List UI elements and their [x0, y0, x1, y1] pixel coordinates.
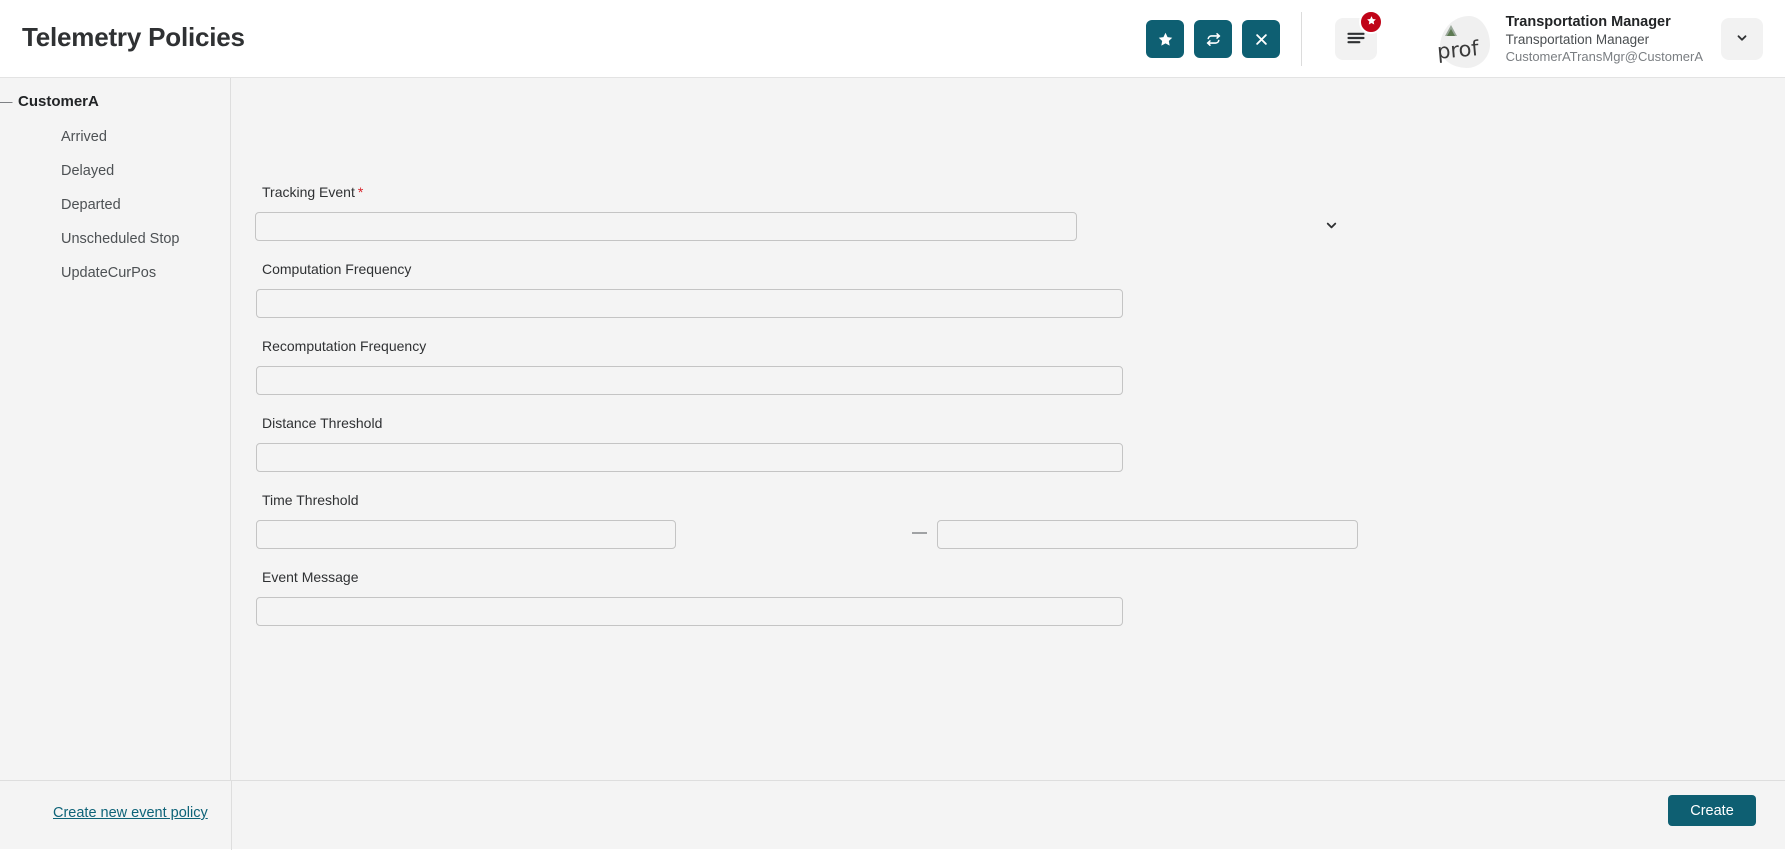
favorite-button[interactable] — [1146, 20, 1184, 58]
star-icon — [1366, 13, 1377, 31]
close-button[interactable] — [1242, 20, 1280, 58]
page-footer: Create new event policy Create — [0, 780, 1785, 850]
sidebar-item-delayed[interactable]: Delayed — [0, 154, 231, 188]
page-title: Telemetry Policies — [22, 22, 245, 52]
chevron-down-icon — [1324, 218, 1339, 238]
header-action-buttons — [1146, 20, 1280, 58]
tracking-event-dropdown-toggle[interactable] — [1321, 218, 1341, 238]
policy-tree-sidebar: — CustomerA Arrived Delayed Departed Uns… — [0, 78, 231, 780]
page-body: — CustomerA Arrived Delayed Departed Uns… — [0, 78, 1785, 780]
distance-threshold-label: Distance Threshold — [262, 415, 383, 431]
header-divider — [1301, 12, 1302, 66]
user-details: Transportation Manager Transportation Ma… — [1506, 13, 1703, 65]
sidebar-item-label: Arrived — [61, 129, 107, 145]
user-profile-area[interactable]: prof Transportation Manager Transportati… — [1436, 8, 1763, 70]
tracking-event-label-text: Tracking Event — [262, 184, 355, 200]
sidebar-item-departed[interactable]: Departed — [0, 188, 231, 222]
sidebar-tree-root-label: CustomerA — [18, 92, 99, 110]
computation-frequency-label: Computation Frequency — [262, 261, 412, 277]
user-menu-dropdown-button[interactable] — [1721, 18, 1763, 60]
user-name: Transportation Manager — [1505, 13, 1671, 30]
tree-collapse-toggle-icon[interactable]: — — [0, 95, 13, 108]
required-indicator: * — [357, 184, 364, 200]
avatar-alt-text: prof — [1435, 36, 1480, 64]
sidebar-tree-root-customera[interactable]: — CustomerA — [0, 86, 231, 116]
app-header: Telemetry Policies prof Transportation M… — [0, 0, 1785, 78]
create-new-event-policy-link[interactable]: Create new event policy — [53, 805, 208, 821]
recomputation-frequency-label: Recomputation Frequency — [262, 338, 427, 354]
close-icon — [1254, 32, 1269, 47]
avatar: prof — [1436, 10, 1494, 68]
sidebar-item-arrived[interactable]: Arrived — [0, 120, 231, 154]
tracking-event-label: Tracking Event * — [262, 184, 363, 200]
computation-frequency-input[interactable] — [256, 289, 1123, 318]
time-threshold-separator: — — [912, 524, 927, 541]
footer-divider — [231, 781, 232, 850]
sidebar-item-updatecurpos[interactable]: UpdateCurPos — [0, 256, 231, 290]
sidebar-item-unscheduled-stop[interactable]: Unscheduled Stop — [0, 222, 231, 256]
time-threshold-to-input[interactable] — [937, 520, 1358, 549]
distance-threshold-input[interactable] — [256, 443, 1123, 472]
notification-badge — [1359, 10, 1383, 34]
refresh-button[interactable] — [1194, 20, 1232, 58]
sidebar-item-label: Departed — [61, 197, 121, 213]
time-threshold-from-input[interactable] — [256, 520, 676, 549]
recomputation-frequency-input[interactable] — [256, 366, 1123, 395]
user-role: Transportation Manager — [1505, 32, 1650, 48]
event-message-input[interactable] — [256, 597, 1123, 626]
event-policy-form: Tracking Event * Computation Frequency Re… — [231, 78, 1785, 780]
tracking-event-input[interactable] — [255, 212, 1077, 241]
user-login: CustomerATransMgr@CustomerA — [1505, 48, 1703, 64]
refresh-icon — [1205, 31, 1222, 48]
broken-image-icon — [1444, 23, 1457, 36]
sidebar-item-label: Delayed — [61, 163, 115, 179]
sidebar-item-label: UpdateCurPos — [61, 265, 157, 281]
create-button[interactable]: Create — [1668, 795, 1756, 826]
time-threshold-label: Time Threshold — [262, 492, 359, 508]
star-icon — [1157, 31, 1174, 48]
event-message-label: Event Message — [262, 569, 359, 585]
sidebar-item-label: Unscheduled Stop — [61, 231, 180, 247]
hamburger-menu-icon — [1346, 30, 1366, 49]
menu-button-wrapper — [1335, 10, 1383, 60]
chevron-down-icon — [1735, 31, 1749, 48]
